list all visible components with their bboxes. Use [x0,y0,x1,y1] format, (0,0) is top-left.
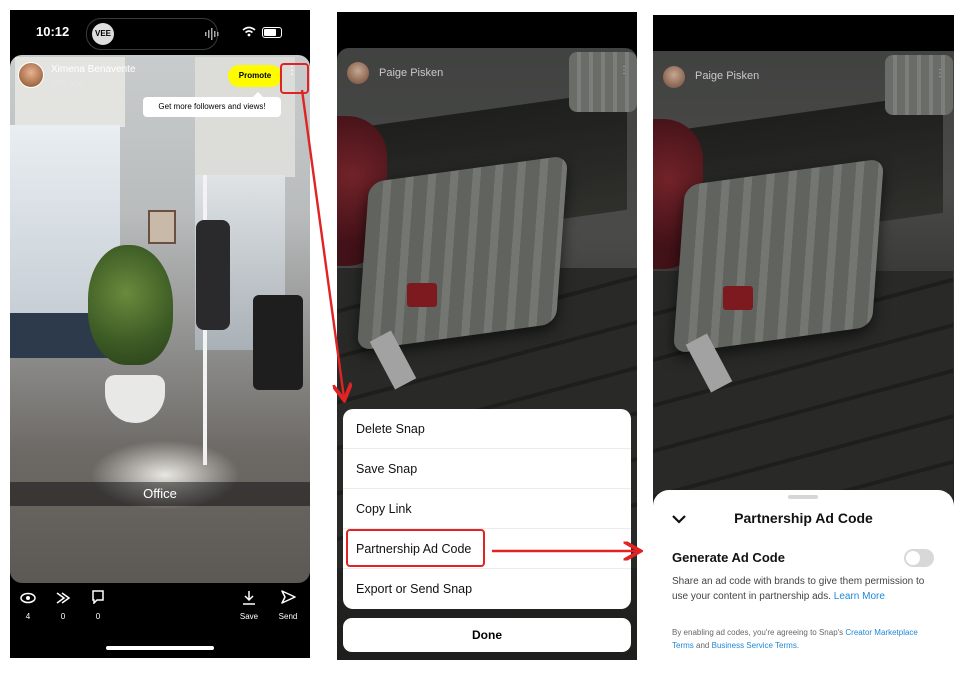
arrow-to-menu [300,89,344,398]
annotation-arrows [300,89,962,673]
